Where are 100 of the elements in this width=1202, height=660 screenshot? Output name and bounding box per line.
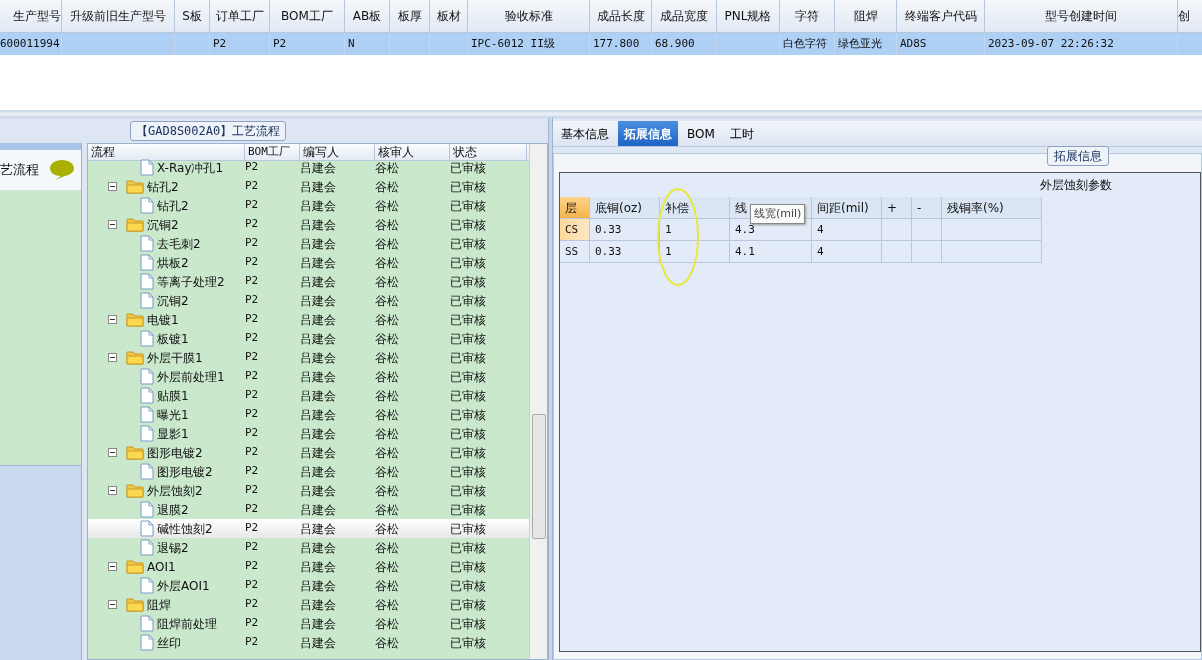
column-header[interactable]: 创 (1178, 0, 1202, 33)
table-cell-text: 已审核 (450, 406, 487, 424)
table-cell-text: P2 (245, 463, 260, 480)
column-header[interactable]: 间距(mil) (812, 197, 882, 219)
table-cell: 0.33 (590, 219, 660, 241)
table-cell-text: P2 (245, 368, 260, 385)
column-header[interactable]: 核审人 (375, 144, 450, 160)
table-cell: 68.900 (652, 33, 717, 55)
collapse-icon[interactable] (108, 448, 117, 457)
tree-item[interactable]: 电镀1 (147, 310, 179, 329)
file-icon (140, 634, 154, 651)
tab[interactable]: 工时 (723, 121, 760, 146)
tree-item[interactable]: 烘板2 (157, 253, 189, 272)
column-header[interactable]: 生产型号 (0, 0, 62, 33)
table-cell-text: 谷松 (375, 387, 400, 405)
tree-item[interactable]: 贴膜1 (157, 386, 189, 405)
column-header[interactable]: 订单工厂 (210, 0, 270, 33)
table-cell-text: 谷松 (375, 197, 400, 215)
tree-item[interactable]: 退膜2 (157, 500, 189, 519)
column-header[interactable]: 状态 (450, 144, 527, 160)
table-cell-text: 吕建会 (300, 292, 337, 310)
collapse-icon[interactable] (108, 220, 117, 229)
file-icon (140, 520, 154, 537)
column-header[interactable]: 残铜率(%) (942, 197, 1042, 219)
tree-item[interactable]: 碱性蚀刻2 (157, 519, 213, 538)
column-header[interactable]: S板 (175, 0, 210, 33)
table-cell-text: P2 (245, 577, 260, 594)
tab[interactable]: BOM (681, 121, 721, 146)
tree-item[interactable]: 退锡2 (157, 538, 189, 557)
tree-item[interactable]: 外层AOI1 (157, 576, 210, 595)
tree-item[interactable]: X-Ray冲孔1 (157, 158, 224, 177)
column-header[interactable]: 编写人 (300, 144, 375, 160)
tab[interactable]: 拓展信息 (618, 121, 678, 146)
tree-item[interactable]: 板镀1 (157, 329, 189, 348)
column-header[interactable]: 成品宽度 (652, 0, 717, 33)
tree-item[interactable]: 图形电镀2 (157, 462, 213, 481)
tree-item[interactable]: 钻孔2 (147, 177, 179, 196)
table-cell-text: 吕建会 (300, 387, 337, 405)
file-icon (140, 539, 154, 556)
collapse-icon[interactable] (108, 315, 117, 324)
column-header[interactable]: 升级前旧生产型号 (62, 0, 175, 33)
tree-item[interactable]: 显影1 (157, 424, 189, 443)
tree-item[interactable]: 丝印 (157, 633, 181, 652)
column-header[interactable]: 终端客户代码 (897, 0, 985, 33)
collapse-icon[interactable] (108, 486, 117, 495)
column-header[interactable]: 板厚 (390, 0, 430, 33)
table-cell-text: 谷松 (375, 520, 400, 538)
tree-item[interactable]: 沉铜2 (147, 215, 179, 234)
column-header[interactable]: - (912, 197, 942, 219)
table-cell-text: 吕建会 (300, 501, 337, 519)
column-header[interactable]: 板材 (430, 0, 468, 33)
tree-item[interactable]: 阻焊 (147, 595, 171, 614)
column-header[interactable]: 底铜(oz) (590, 197, 660, 219)
table-cell-text: 已审核 (450, 330, 487, 348)
tree-item[interactable]: 外层前处理1 (157, 367, 225, 386)
tree-item[interactable]: 图形电镀2 (147, 443, 203, 462)
tree-item[interactable]: 沉铜2 (157, 291, 189, 310)
tree-item[interactable]: 外层蚀刻2 (147, 481, 203, 500)
column-header[interactable]: + (882, 197, 912, 219)
scrollbar[interactable] (529, 144, 547, 659)
tab[interactable]: 基本信息 (555, 121, 615, 146)
column-header[interactable]: 型号创建时间 (985, 0, 1178, 33)
tree-item[interactable]: 钻孔2 (157, 196, 189, 215)
tree-item[interactable]: 去毛刺2 (157, 234, 201, 253)
table-cell: 177.800 (590, 33, 652, 55)
column-header[interactable]: 阻焊 (835, 0, 897, 33)
folder-icon (126, 597, 144, 612)
tree-item[interactable]: 阻焊前处理 (157, 614, 217, 633)
column-header[interactable]: BOM工厂 (270, 0, 345, 33)
table-cell-text: P2 (245, 387, 260, 404)
tooltip: 线宽(mil) (750, 204, 806, 224)
tree-item[interactable]: 等离子处理2 (157, 272, 225, 291)
tree-item[interactable]: 外层干膜1 (147, 348, 203, 367)
table-cell-text: 已审核 (450, 159, 487, 177)
column-header[interactable]: 补偿 (660, 197, 730, 219)
file-icon (140, 425, 154, 442)
column-header[interactable]: 成品长度 (590, 0, 652, 33)
table-cell-text: 吕建会 (300, 349, 337, 367)
tree-item[interactable]: 曝光1 (157, 405, 189, 424)
collapse-icon[interactable] (108, 182, 117, 191)
column-header[interactable]: BOM工厂 (245, 144, 300, 160)
table-cell-text: 吕建会 (300, 615, 337, 633)
column-header[interactable]: 验收标准 (468, 0, 590, 33)
table-cell-text: 谷松 (375, 425, 400, 443)
column-header[interactable]: PNL规格 (717, 0, 780, 33)
column-header[interactable]: AB板 (345, 0, 390, 33)
table-cell-text: 已审核 (450, 520, 487, 538)
column-header[interactable]: 字符 (780, 0, 835, 33)
file-icon (140, 292, 154, 309)
collapse-icon[interactable] (108, 353, 117, 362)
table-cell-text: P2 (245, 330, 260, 347)
table-cell-text: P2 (245, 482, 260, 499)
table-cell (430, 33, 468, 55)
column-header[interactable]: 层 (560, 197, 590, 219)
collapse-icon[interactable] (108, 562, 117, 571)
collapse-icon[interactable] (108, 600, 117, 609)
table-cell-text: P2 (245, 197, 260, 214)
table-cell-text: 谷松 (375, 235, 400, 253)
tree-item[interactable]: AOI1 (147, 557, 176, 576)
table-cell-text: 吕建会 (300, 482, 337, 500)
